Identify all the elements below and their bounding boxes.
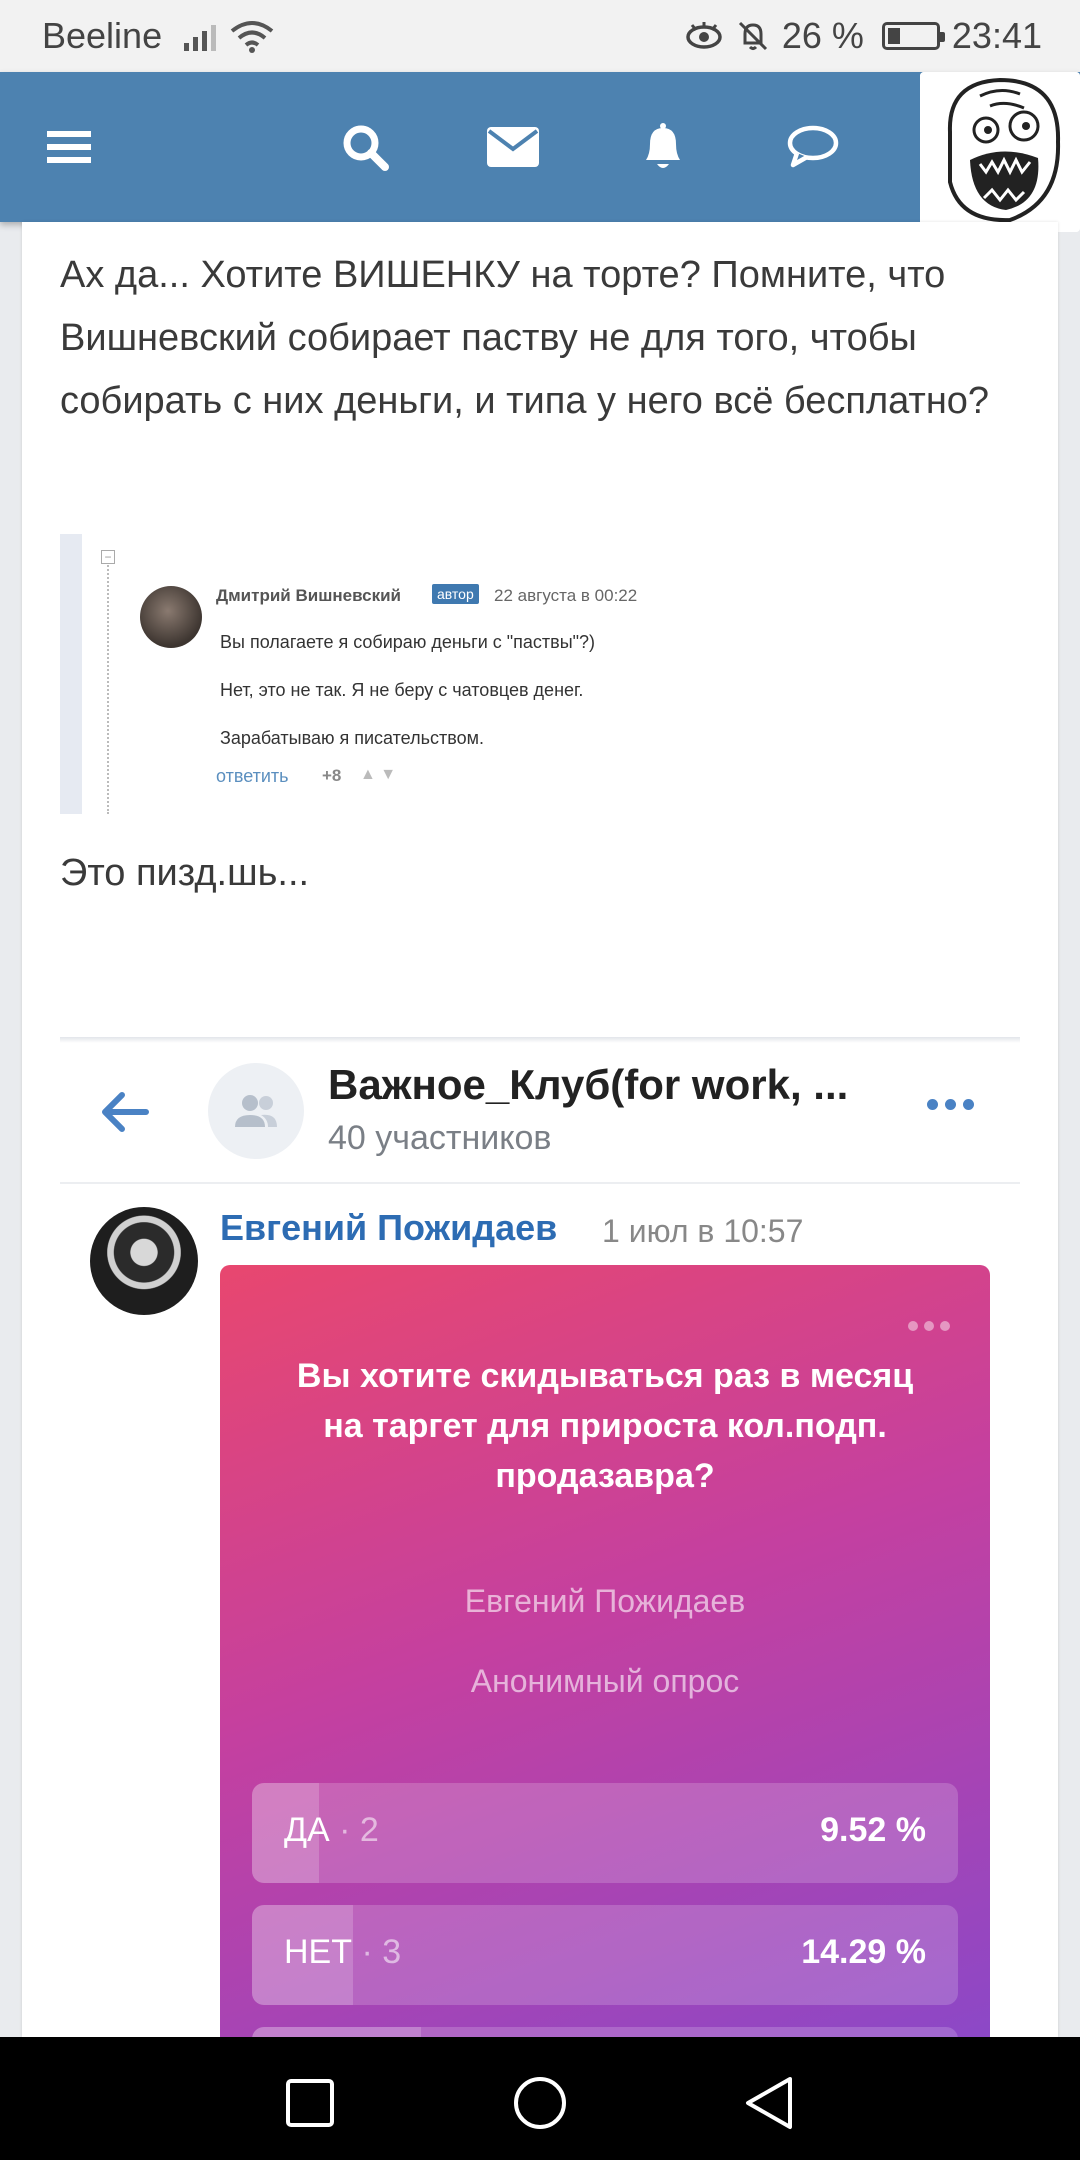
users-icon xyxy=(235,1095,277,1127)
menu-icon[interactable] xyxy=(34,112,104,182)
status-right: 26 % 23:41 xyxy=(684,15,1042,57)
chat-title: Важное_Клуб(for work, ... xyxy=(328,1061,849,1108)
top-nav xyxy=(0,72,1080,232)
back-arrow-icon xyxy=(102,1092,149,1132)
comment-line: Вы полагаете я собираю деньги с "паствы"… xyxy=(220,632,596,652)
comment-line: Зарабатываю я писательством. xyxy=(220,728,484,748)
comment-author: Дмитрий Вишневский xyxy=(216,586,401,605)
bell-muted-icon xyxy=(738,21,767,51)
collapse-icon: − xyxy=(101,550,115,564)
poll-option-count: · 3 xyxy=(352,1933,402,1971)
thumbs-icon: ▲ ▼ xyxy=(360,766,397,783)
status-bar: Beeline 26 % 23:41 xyxy=(0,0,1080,72)
user-avatar[interactable] xyxy=(920,72,1080,232)
mail-icon[interactable] xyxy=(478,112,548,182)
poll-option-label: ДА xyxy=(284,1811,330,1849)
post-paragraph: Ах да... Хотите ВИШЕНКУ на торте? Помнит… xyxy=(60,254,990,422)
clock: 23:41 xyxy=(951,15,1042,56)
quote-bar xyxy=(60,534,82,814)
poll-option: ДА · 2 9.52 % xyxy=(252,1783,958,1883)
poll-type: Анонимный опрос xyxy=(470,1663,740,1699)
chat-icon[interactable] xyxy=(778,112,848,182)
recents-button[interactable] xyxy=(280,2073,340,2133)
sender-name: Евгений Пожидаев xyxy=(220,1207,558,1248)
member-count: 40 участников xyxy=(328,1119,552,1157)
poll-option-percent: 9.52 % xyxy=(820,1811,926,1849)
comment-avatar xyxy=(140,586,202,648)
back-button[interactable] xyxy=(740,2073,800,2133)
poll-card: Вы хотите скидываться раз в месяц на тар… xyxy=(220,1265,990,2055)
search-icon[interactable] xyxy=(330,112,400,182)
poll-option-label: НЕТ xyxy=(284,1933,352,1971)
comment-line: Нет, это не так. Я не беру с чатовцев де… xyxy=(220,680,584,700)
eye-icon xyxy=(686,22,722,49)
signal-icon xyxy=(184,21,217,51)
comment-date: 22 августа в 00:22 xyxy=(494,586,638,605)
author-badge: автор xyxy=(432,584,479,604)
poll-option-count: · 2 xyxy=(329,1811,379,1849)
quoted-comment-image: − Дмитрий Вишневский автор 22 августа в … xyxy=(60,534,700,814)
reply-link: ответить xyxy=(216,766,289,786)
poll-option-percent: 14.29 % xyxy=(801,1933,926,1971)
sender-avatar xyxy=(90,1207,198,1315)
home-button[interactable] xyxy=(510,2073,570,2133)
battery-icon xyxy=(881,22,945,50)
divider xyxy=(60,1037,1020,1043)
screen: Beeline 26 % 23:41 Ах да... Хотите ВИШЕН… xyxy=(0,0,1080,2160)
post-card: Ах да... Хотите ВИШЕНКУ на торте? Помнит… xyxy=(22,222,1058,2055)
wifi-icon xyxy=(230,21,274,53)
poll-author: Евгений Пожидаев xyxy=(464,1583,746,1619)
group-avatar xyxy=(208,1063,304,1159)
post-paragraph-2: Это пизд.шь... xyxy=(60,852,310,894)
message-time: 1 июл в 10:57 xyxy=(602,1213,804,1249)
more-icon xyxy=(927,1099,974,1110)
poll-option: НЕТ · 3 14.29 % xyxy=(252,1905,958,2005)
poll-question: Вы хотите скидываться раз в месяц на тар… xyxy=(296,1357,914,1495)
battery-percent: 26 % xyxy=(781,15,864,56)
bell-icon[interactable] xyxy=(628,112,698,182)
system-nav-bar xyxy=(0,2037,1080,2160)
vote-count: +8 xyxy=(322,766,342,785)
chat-screenshot-image: Важное_Клуб(for work, ... 40 участников … xyxy=(60,1037,1020,2055)
thread-line xyxy=(107,562,109,814)
carrier-name: Beeline xyxy=(42,15,163,56)
poll-more-icon xyxy=(908,1321,950,1331)
divider xyxy=(60,1182,1020,1184)
